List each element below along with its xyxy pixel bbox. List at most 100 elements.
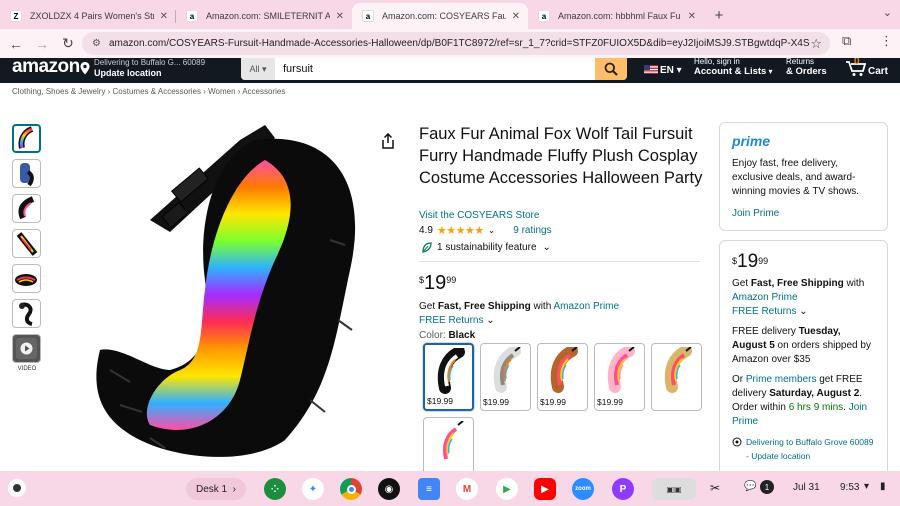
browser-tab[interactable]: a Amazon.com: SMILETERNIT A ✕: [176, 3, 352, 29]
color-swatch[interactable]: $19.99: [537, 343, 588, 411]
wifi-icon[interactable]: ▾: [864, 481, 869, 492]
gemini-icon[interactable]: ✦: [302, 478, 324, 500]
prime-members-link[interactable]: Prime members: [746, 374, 817, 385]
thumbnail[interactable]: [12, 299, 41, 328]
tab-favicon-icon: a: [538, 10, 550, 22]
thumbnail[interactable]: [12, 264, 41, 293]
browser-tab-active[interactable]: a Amazon.com: COSYEARS Faux ✕: [352, 3, 528, 29]
color-swatch[interactable]: $19.99: [423, 343, 474, 411]
prime-promo-text: Enjoy fast, free delivery, exclusive dea…: [732, 158, 860, 197]
podcast-app-icon[interactable]: ◉: [378, 478, 400, 500]
star-rating-icon[interactable]: ★★★★★: [437, 224, 484, 237]
play-store-icon[interactable]: ▶: [496, 478, 518, 500]
store-link[interactable]: Visit the COSYEARS Store: [419, 210, 539, 221]
reload-icon[interactable]: ↻: [55, 32, 81, 56]
site-info-icon[interactable]: ⚙: [92, 38, 101, 49]
image-thumbnails: VIDEO: [12, 124, 42, 372]
deliver-to-line2: Update location: [94, 68, 162, 78]
amazon-prime-link[interactable]: Amazon Prime: [554, 301, 620, 312]
close-tab-icon[interactable]: ✕: [336, 11, 344, 22]
color-swatch[interactable]: [651, 343, 702, 411]
share-icon[interactable]: [381, 132, 395, 154]
account-lists-label: Account & Lists: [694, 66, 767, 77]
video-thumbnail[interactable]: [12, 334, 41, 363]
close-tab-icon[interactable]: ✕: [512, 11, 520, 22]
thumbnail[interactable]: [12, 159, 41, 188]
free-returns-link[interactable]: FREE Returns: [732, 306, 796, 317]
clipboard-icon[interactable]: ✂: [710, 481, 720, 495]
google-apps-icon[interactable]: ⁘: [264, 478, 286, 500]
search-button[interactable]: [595, 58, 627, 80]
swatch-price: $19.99: [597, 397, 623, 407]
browser-tab[interactable]: Z ZXOLDZX 4 Pairs Women's Stri ✕: [0, 3, 176, 29]
address-bar[interactable]: ⚙ amazon.com/COSYEARS-Fursuit-Handmade-A…: [82, 32, 830, 55]
close-tab-icon[interactable]: ✕: [160, 11, 168, 22]
location-pin-icon: [732, 437, 742, 447]
chevron-down-icon: ⌄: [542, 242, 551, 253]
color-swatch[interactable]: $19.99: [480, 343, 531, 411]
main-product-image[interactable]: [80, 120, 380, 470]
thumbnail[interactable]: [12, 229, 41, 258]
date[interactable]: Jul 31: [793, 482, 820, 493]
breadcrumb-link[interactable]: Women: [208, 87, 235, 96]
shipping-bold: Fast, Free Shipping: [437, 301, 531, 312]
deliver-to-link[interactable]: Delivering to Buffalo Grove 60089 - Upda…: [732, 435, 875, 463]
search-category-select[interactable]: All ▾: [241, 58, 275, 80]
chrome-icon[interactable]: [340, 478, 362, 500]
sustainability-feature[interactable]: 1 sustainability feature ⌄: [421, 242, 551, 253]
browser-tab[interactable]: a Amazon.com: hbbhml Faux Fu ✕: [528, 3, 704, 29]
time[interactable]: 9:53: [840, 482, 859, 493]
chevron-down-icon[interactable]: ⌄: [488, 225, 496, 236]
color-value: Black: [448, 330, 476, 341]
tail-swatch-icon: [664, 347, 692, 393]
breadcrumb: Clothing, Shoes & Jewelry › Costumes & A…: [12, 87, 286, 96]
breadcrumb-link[interactable]: Costumes & Accessories: [113, 87, 201, 96]
color-swatch[interactable]: $19.99: [594, 343, 645, 411]
us-flag-icon: [644, 65, 658, 74]
close-tab-icon[interactable]: ✕: [688, 11, 696, 22]
breadcrumb-link[interactable]: Accessories: [242, 87, 285, 96]
new-tab-icon[interactable]: +: [708, 4, 730, 26]
os-taskbar: Desk 1 › ⁘ ✦ ◉ ≡ M ▶ ▶ zoom P ▣▣ ✂ 💬 1 J…: [0, 471, 900, 506]
language-selector[interactable]: EN ▾: [644, 65, 682, 76]
amazon-logo[interactable]: amazon: [12, 58, 80, 78]
ratings-count-link[interactable]: 9 ratings: [513, 225, 551, 236]
desk-switcher[interactable]: Desk 1 ›: [186, 478, 246, 500]
forward-arrow-icon[interactable]: →: [29, 32, 55, 56]
notification-count[interactable]: 1: [760, 480, 774, 494]
delivery-info: FREE delivery Tuesday, August 5 on order…: [732, 325, 875, 367]
language-label: EN: [660, 65, 674, 76]
window-preview-icon[interactable]: ▣▣: [652, 478, 696, 500]
account-menu[interactable]: Hello, sign in Account & Lists ▾: [694, 58, 773, 77]
chevron-down-icon: ⌄: [799, 306, 808, 317]
tab-search-chevron-icon[interactable]: ⌄: [883, 6, 892, 19]
cart-button[interactable]: 0 Cart: [845, 58, 888, 77]
launcher-icon[interactable]: [8, 479, 26, 497]
docs-icon[interactable]: ≡: [418, 478, 440, 500]
amazon-prime-link[interactable]: Amazon Prime: [732, 292, 798, 303]
back-arrow-icon[interactable]: ←: [3, 32, 29, 56]
search-input[interactable]: fursuit: [275, 58, 595, 80]
breadcrumb-link[interactable]: Clothing, Shoes & Jewelry: [12, 87, 105, 96]
search-bar: All ▾ fursuit: [241, 58, 627, 80]
desk-label: Desk 1: [195, 483, 228, 495]
deliver-to[interactable]: Delivering to Buffalo G... 60089 Update …: [94, 58, 205, 78]
extensions-icon[interactable]: ⧉: [842, 33, 851, 49]
tab-title: ZXOLDZX 4 Pairs Women's Stri: [30, 11, 154, 21]
gmail-icon[interactable]: M: [456, 478, 478, 500]
notification-icon[interactable]: 💬: [744, 481, 756, 492]
price-fraction: 99: [446, 275, 457, 285]
ship-with: with: [843, 278, 865, 289]
browser-menu-icon[interactable]: ⋮: [880, 33, 893, 49]
deliver-to-line1: Delivering to Buffalo G... 60089: [94, 58, 206, 67]
bookmark-star-icon[interactable]: ☆: [810, 36, 822, 52]
thumbnail[interactable]: [12, 194, 41, 223]
join-prime-link[interactable]: Join Prime: [732, 208, 875, 219]
free-returns-link[interactable]: FREE Returns ⌄: [419, 315, 495, 326]
zoom-icon[interactable]: zoom: [572, 478, 594, 500]
battery-icon[interactable]: ▮: [880, 481, 886, 492]
thumbnail[interactable]: [12, 124, 41, 153]
youtube-icon[interactable]: ▶: [534, 478, 556, 500]
returns-orders[interactable]: Returns & Orders: [786, 58, 827, 77]
picsart-icon[interactable]: P: [612, 478, 634, 500]
